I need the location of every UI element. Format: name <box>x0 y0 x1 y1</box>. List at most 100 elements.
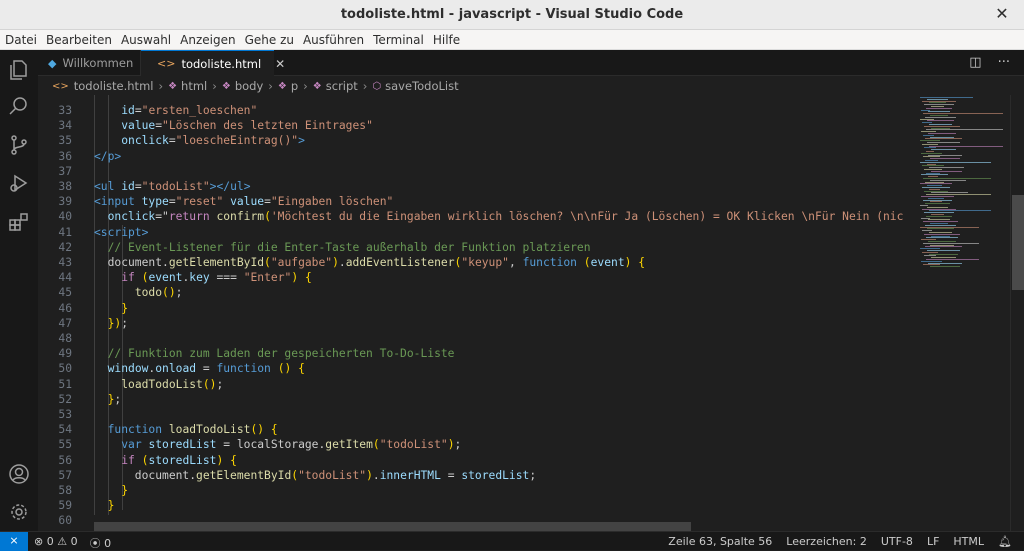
method-icon: ⬡ <box>372 80 382 92</box>
code-line[interactable]: 55 var storedList = localStorage.getItem… <box>38 437 914 452</box>
breadcrumb-item[interactable]: saveTodoList <box>385 79 458 93</box>
menu-anzeigen[interactable]: Anzeigen <box>175 33 239 47</box>
code-line[interactable]: 57 document.getElementById("todoList").i… <box>38 468 914 483</box>
minimap-line <box>926 129 1003 131</box>
code-line[interactable]: 43 document.getElementById("aufgabe").ad… <box>38 255 914 270</box>
code-text: loadTodoList(); <box>121 377 224 391</box>
code-line[interactable]: 56 if (storedList) { <box>38 453 914 468</box>
code-text: // Funktion zum Laden der gespeicherten … <box>94 347 455 361</box>
run-debug-icon[interactable] <box>7 171 31 195</box>
more-actions-icon[interactable]: ··· <box>998 55 1010 70</box>
menu-ausfuehren[interactable]: Ausführen <box>298 33 368 47</box>
tab-willkommen[interactable]: ◆ Willkommen <box>38 50 141 76</box>
explorer-icon[interactable] <box>7 58 31 82</box>
code-line[interactable]: 45 todo(); <box>38 285 914 300</box>
code-line[interactable]: 39 <input type="reset" value="Eingaben lö… <box>38 194 914 209</box>
code-line[interactable]: 47 }); <box>38 316 914 331</box>
line-number: 55 <box>58 438 72 452</box>
code-line[interactable]: 40 onclick="return confirm('Möchtest du … <box>38 209 914 224</box>
vertical-scrollbar[interactable] <box>1010 95 1024 531</box>
split-editor-icon[interactable]: ◫ <box>969 55 981 70</box>
code-text: onclick="return confirm('Möchtest du die… <box>107 210 904 224</box>
code-text: if (storedList) { <box>121 453 237 467</box>
warning-icon: ⚠ <box>57 535 68 548</box>
line-number: 50 <box>58 362 72 376</box>
minimap-line <box>929 145 1003 147</box>
close-tab-icon[interactable]: ✕ <box>275 57 285 71</box>
html-file-icon: <> <box>157 57 176 70</box>
account-icon[interactable] <box>7 462 31 486</box>
code-line[interactable]: 50 window.onload = function () { <box>38 361 914 376</box>
code-line[interactable]: 37 <box>38 164 914 179</box>
line-number: 56 <box>58 453 72 467</box>
menu-auswahl[interactable]: Auswahl <box>116 33 175 47</box>
end-of-line[interactable]: LF <box>927 535 939 548</box>
code-line[interactable]: 34 value="Löschen des letzten Eintrages" <box>38 118 914 133</box>
tab-todoliste[interactable]: <> todoliste.html ✕ <box>141 50 285 76</box>
line-number: 47 <box>58 316 72 330</box>
code-line[interactable]: 52 }; <box>38 392 914 407</box>
code-line[interactable]: 41 <script> <box>38 225 914 240</box>
port-count: 0 <box>104 537 112 550</box>
horizontal-scrollbar[interactable] <box>94 522 691 531</box>
menu-hilfe[interactable]: Hilfe <box>428 33 464 47</box>
extensions-icon[interactable] <box>7 210 31 234</box>
editor-actions: ◫ ··· <box>969 55 1010 70</box>
breadcrumb-item[interactable]: script <box>326 79 358 93</box>
code-line[interactable]: 46 } <box>38 301 914 316</box>
scrollbar-thumb[interactable] <box>1012 195 1024 290</box>
code-line[interactable]: 35 onclick="loescheEintrag()"> <box>38 133 914 148</box>
menu-terminal[interactable]: Terminal <box>368 33 428 47</box>
minimap[interactable] <box>914 95 1010 531</box>
problems-indicator[interactable]: ⊗ 0 ⚠ 0 <box>34 535 78 551</box>
source-control-icon[interactable] <box>7 133 31 157</box>
chevron-right-icon: › <box>303 79 308 93</box>
code-line[interactable]: 53 <box>38 407 914 422</box>
code-line[interactable]: 58 } <box>38 483 914 498</box>
code-line[interactable]: 51 loadTodoList(); <box>38 377 914 392</box>
line-number: 42 <box>58 240 72 254</box>
cursor-position[interactable]: Zeile 63, Spalte 56 <box>668 535 772 548</box>
remote-icon[interactable]: ⨯ <box>0 532 28 551</box>
code-line[interactable]: 44 if (event.key === "Enter") { <box>38 270 914 285</box>
breadcrumb: <> todoliste.html › ❖ html › ❖ body › ❖ … <box>38 77 1024 95</box>
code-line[interactable]: 36 </p> <box>38 149 914 164</box>
menu-bearbeiten[interactable]: Bearbeiten <box>41 33 116 47</box>
broadcast-icon: ⦿ <box>89 537 101 550</box>
indentation[interactable]: Leerzeichen: 2 <box>786 535 867 548</box>
code-line[interactable]: 48 <box>38 331 914 346</box>
code-text: document.getElementById("todoList").inne… <box>94 468 537 482</box>
code-text: if (event.key === "Enter") { <box>121 271 312 285</box>
code-editor[interactable]: 33 id="ersten_loeschen" 34 value="Löschen… <box>38 95 914 531</box>
code-line[interactable]: 33 id="ersten_loeschen" <box>38 103 914 118</box>
bell-icon[interactable]: 🔔︎ <box>998 535 1012 548</box>
line-number: 54 <box>58 423 72 437</box>
ports-indicator[interactable]: ⦿ 0 <box>90 535 112 551</box>
code-line[interactable]: 38 <ul id="todoList"></ul> <box>38 179 914 194</box>
menu-datei[interactable]: Datei <box>0 33 41 47</box>
code-text: function loadTodoList() { <box>107 423 278 437</box>
editor-tabs: ◆ Willkommen <> todoliste.html ✕ ◫ ··· <box>38 50 1024 76</box>
line-number: 53 <box>58 408 72 421</box>
settings-gear-icon[interactable] <box>7 500 31 524</box>
code-line[interactable]: 42 // Event-Listener für die Enter-Taste… <box>38 240 914 255</box>
chevron-right-icon: › <box>212 79 217 93</box>
breadcrumb-item[interactable]: todoliste.html <box>74 79 154 93</box>
code-text: var storedList = localStorage.getItem("t… <box>121 438 462 452</box>
encoding[interactable]: UTF-8 <box>881 535 913 548</box>
code-text: id="ersten_loeschen" <box>121 104 258 117</box>
breadcrumb-item[interactable]: body <box>235 79 263 93</box>
menu-gehe-zu[interactable]: Gehe zu <box>240 33 298 47</box>
breadcrumb-item[interactable]: p <box>291 79 298 93</box>
language-mode[interactable]: HTML <box>953 535 984 548</box>
search-icon[interactable] <box>7 94 31 118</box>
code-text: <ul id="todoList"></ul> <box>94 180 251 193</box>
element-icon: ❖ <box>277 80 287 92</box>
code-line[interactable]: 59 } <box>38 498 914 513</box>
line-number: 38 <box>58 180 72 193</box>
code-line[interactable]: 54 function loadTodoList() { <box>38 422 914 437</box>
breadcrumb-item[interactable]: html <box>181 79 207 93</box>
code-text: value="Löschen des letzten Eintrages" <box>121 119 373 133</box>
close-window-icon[interactable]: ✕ <box>992 4 1012 23</box>
code-line[interactable]: 49 // Funktion zum Laden der gespeichert… <box>38 346 914 361</box>
